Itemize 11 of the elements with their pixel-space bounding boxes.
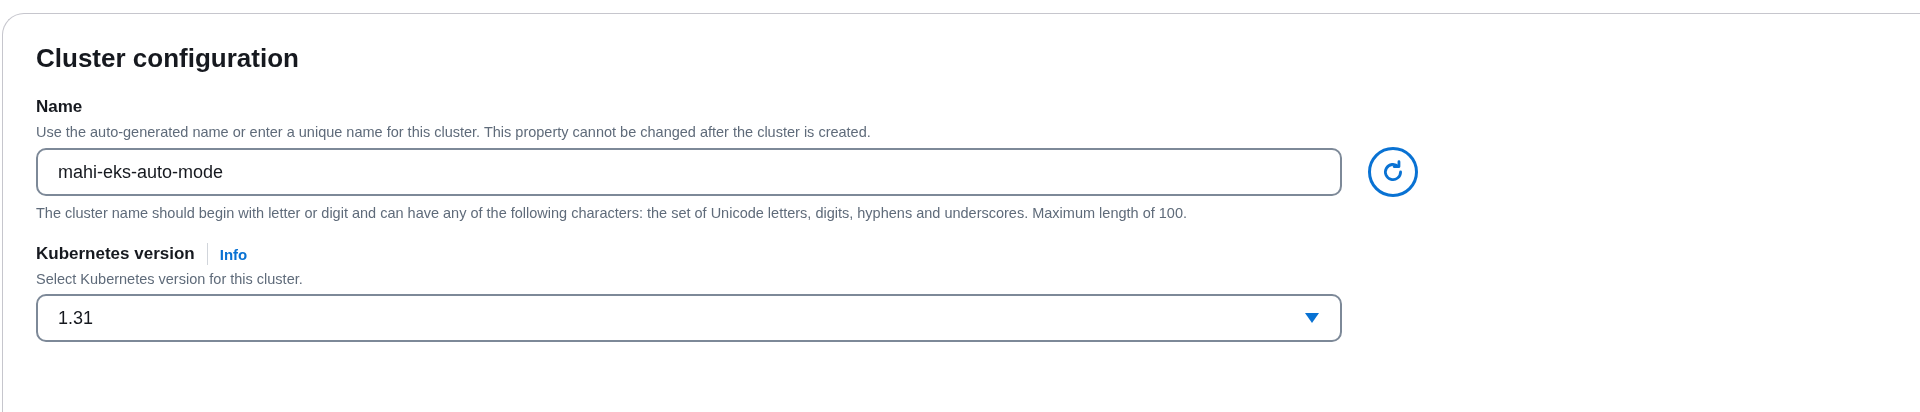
- info-link[interactable]: Info: [219, 245, 248, 263]
- field-hint: The cluster name should begin with letter or digit and can have any of the following characters: the set of Unicode letters, digits, hyphens and underscores. Maximum length of 100.: [36, 204, 1188, 223]
- name-input-field[interactable]: mahi-eks-auto-mode: [36, 148, 1342, 196]
- caret-icon: [1304, 312, 1320, 324]
- field-label: Name: [36, 96, 84, 118]
- refresh-button[interactable]: [1368, 147, 1418, 197]
- version-select[interactable]: 1.31: [36, 294, 1342, 342]
- field-description: Select Kubernetes version for this cluster.: [36, 270, 304, 289]
- section-title: Cluster configuration: [36, 42, 300, 74]
- field-description: Use the auto-generated name or enter a unique name for this cluster. This property cannot be changed after the cluster is created.: [36, 123, 872, 142]
- field-label: Kubernetes version: [36, 243, 195, 265]
